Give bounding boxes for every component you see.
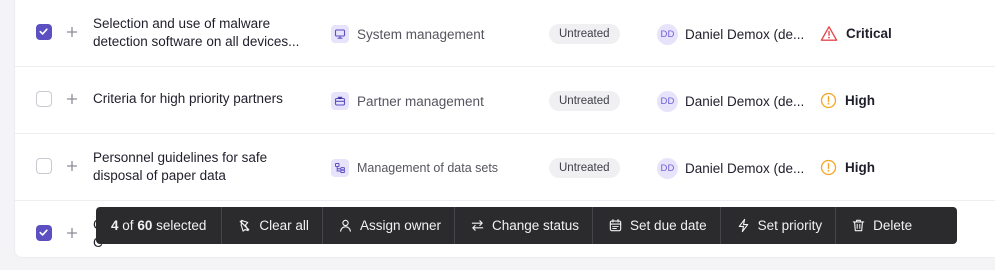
category-label: Partner management bbox=[357, 93, 484, 109]
calendar-icon bbox=[609, 219, 622, 232]
table-row[interactable]: Personnel guidelines for safe disposal o… bbox=[15, 134, 995, 201]
row-checkbox[interactable] bbox=[36, 91, 52, 107]
owner-cell[interactable]: DD Daniel Demox (de... bbox=[657, 91, 807, 112]
clear-all-label: Clear all bbox=[259, 218, 309, 233]
table-row[interactable]: Selection and use of malware detection s… bbox=[15, 0, 995, 67]
priority-label: High bbox=[845, 93, 875, 108]
row-title[interactable]: Personnel guidelines for safe disposal o… bbox=[93, 149, 318, 185]
status-badge[interactable]: Untreated bbox=[549, 158, 620, 178]
eraser-icon bbox=[240, 219, 250, 232]
assign-owner-label: Assign owner bbox=[359, 218, 441, 233]
priority-cell[interactable]: High bbox=[820, 92, 875, 109]
table-row[interactable]: Criteria for high priority partners Part… bbox=[15, 67, 995, 134]
bulk-action-bar: 4 of 60 selected Clear all Assign owner … bbox=[96, 207, 957, 244]
expand-plus-icon[interactable] bbox=[66, 227, 78, 239]
alert-circle-icon bbox=[820, 159, 837, 176]
expand-plus-icon[interactable] bbox=[66, 160, 78, 172]
status-badge[interactable]: Untreated bbox=[549, 91, 620, 111]
swap-arrows-icon bbox=[471, 220, 484, 231]
owner-name: Daniel Demox (de... bbox=[685, 27, 805, 42]
expand-plus-icon[interactable] bbox=[66, 93, 78, 105]
row-title[interactable]: Selection and use of malware detection s… bbox=[93, 15, 318, 51]
set-priority-button[interactable]: Set priority bbox=[719, 207, 836, 244]
delete-label: Delete bbox=[873, 218, 913, 233]
owner-cell[interactable]: DD Daniel Demox (de... bbox=[657, 24, 807, 45]
check-icon bbox=[39, 229, 48, 236]
row-title-line1: Personnel guidelines for safe bbox=[93, 150, 268, 165]
status-badge[interactable]: Untreated bbox=[549, 24, 620, 44]
row-checkbox[interactable] bbox=[36, 24, 52, 40]
priority-cell[interactable]: Critical bbox=[820, 25, 892, 42]
set-priority-label: Set priority bbox=[757, 218, 823, 233]
trash-icon bbox=[852, 219, 865, 232]
total-count: 60 bbox=[137, 218, 153, 233]
warning-triangle-icon bbox=[820, 26, 838, 41]
change-status-button[interactable]: Change status bbox=[453, 207, 592, 244]
selected-text: selected bbox=[156, 218, 207, 233]
row-checkbox[interactable] bbox=[36, 225, 52, 241]
priority-cell[interactable]: High bbox=[820, 159, 875, 176]
change-status-label: Change status bbox=[491, 218, 580, 233]
selected-count: 4 bbox=[111, 218, 119, 233]
briefcase-icon bbox=[331, 92, 349, 110]
priority-label: High bbox=[845, 160, 875, 175]
selection-count: 4 of 60 selected bbox=[96, 207, 221, 244]
category-cell: Partner management bbox=[331, 92, 484, 110]
row-title[interactable]: Criteria for high priority partners bbox=[93, 90, 318, 108]
delete-button[interactable]: Delete bbox=[835, 207, 925, 244]
priority-label: Critical bbox=[846, 26, 892, 41]
dataset-icon bbox=[331, 159, 349, 177]
owner-name: Daniel Demox (de... bbox=[685, 94, 805, 109]
row-title-line1: Criteria for high priority partners bbox=[93, 91, 283, 106]
avatar: DD bbox=[657, 158, 678, 179]
alert-circle-icon bbox=[820, 92, 837, 109]
avatar: DD bbox=[657, 24, 678, 45]
category-cell: System management bbox=[331, 25, 485, 43]
row-title-line1: Selection and use of malware bbox=[93, 16, 271, 31]
expand-plus-icon[interactable] bbox=[66, 26, 78, 38]
avatar: DD bbox=[657, 91, 678, 112]
lightning-icon bbox=[738, 218, 748, 233]
row-title-line2: detection software on all devices... bbox=[93, 34, 300, 49]
assign-owner-button[interactable]: Assign owner bbox=[321, 207, 454, 244]
monitor-icon bbox=[331, 25, 349, 43]
category-label: System management bbox=[357, 26, 485, 42]
user-icon bbox=[340, 219, 351, 232]
set-due-date-label: Set due date bbox=[630, 218, 707, 233]
clear-all-button[interactable]: Clear all bbox=[221, 207, 322, 244]
row-checkbox[interactable] bbox=[36, 158, 52, 174]
category-label: Management of data sets bbox=[357, 161, 499, 175]
of-text: of bbox=[122, 218, 134, 233]
owner-name: Daniel Demox (de... bbox=[685, 161, 805, 176]
category-cell: Management of data sets bbox=[331, 159, 498, 177]
owner-cell[interactable]: DD Daniel Demox (de... bbox=[657, 158, 807, 179]
set-due-date-button[interactable]: Set due date bbox=[592, 207, 720, 244]
row-title-line2: disposal of paper data bbox=[93, 168, 226, 183]
check-icon bbox=[39, 28, 48, 35]
